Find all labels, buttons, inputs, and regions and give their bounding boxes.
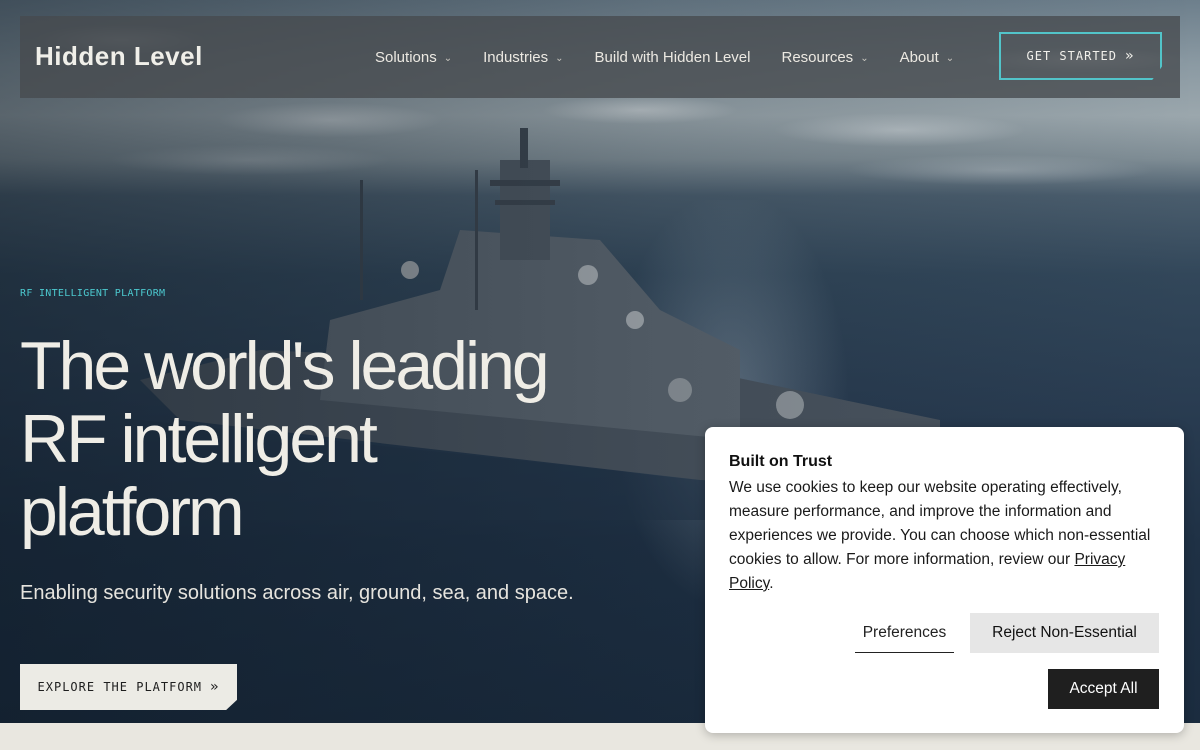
headline-line-3: platform	[20, 474, 245, 550]
nav-item-label: Solutions	[375, 48, 437, 66]
cookie-body: We use cookies to keep our website opera…	[729, 476, 1165, 596]
double-chevron-right-icon: »	[1125, 48, 1135, 64]
preferences-button[interactable]: Preferences	[855, 613, 954, 653]
nav-item-resources[interactable]: Resources ⌄	[781, 49, 868, 66]
accept-all-button[interactable]: Accept All	[1048, 669, 1159, 709]
logo[interactable]: Hidden Level	[35, 41, 203, 72]
chevron-down-icon: ⌄	[860, 52, 869, 64]
explore-platform-label: EXPLORE THE PLATFORM	[37, 680, 203, 694]
nav-item-label: Resources	[781, 48, 854, 66]
nav-menu: Solutions ⌄ Industries ⌄ Build with Hidd…	[375, 16, 985, 98]
nav-item-industries[interactable]: Industries ⌄	[483, 49, 563, 66]
chevron-down-icon: ⌄	[555, 52, 564, 64]
chevron-down-icon: ⌄	[443, 52, 453, 64]
headline-line-1: The world's leading	[20, 328, 550, 404]
nav-item-label: Build with Hidden Level	[594, 48, 751, 66]
nav-item-label: About	[899, 48, 939, 66]
hero-eyebrow: RF INTELLIGENT PLATFORM	[20, 288, 166, 299]
nav-item-about[interactable]: About ⌄	[900, 49, 955, 66]
hero-subtext: Enabling security solutions across air, …	[20, 582, 574, 604]
get-started-button[interactable]: GET STARTED »	[999, 32, 1162, 80]
cookie-body-end: .	[769, 575, 774, 592]
hero-headline: The world's leading RF intelligent platf…	[20, 330, 620, 549]
get-started-label: GET STARTED	[1026, 49, 1118, 63]
cookie-banner: Built on Trust We use cookies to keep ou…	[705, 427, 1184, 733]
nav-item-label: Industries	[483, 48, 549, 66]
cookie-title: Built on Trust	[729, 453, 833, 470]
headline-line-2: RF intelligent	[20, 401, 378, 477]
chevron-down-icon: ⌄	[945, 52, 955, 64]
explore-platform-button[interactable]: EXPLORE THE PLATFORM »	[20, 664, 237, 710]
reject-non-essential-button[interactable]: Reject Non-Essential	[970, 613, 1159, 653]
nav-item-build[interactable]: Build with Hidden Level	[595, 49, 751, 66]
top-nav: Hidden Level Solutions ⌄ Industries ⌄ Bu…	[20, 16, 1180, 98]
nav-item-solutions[interactable]: Solutions ⌄	[375, 49, 452, 66]
double-chevron-right-icon: »	[210, 679, 220, 695]
